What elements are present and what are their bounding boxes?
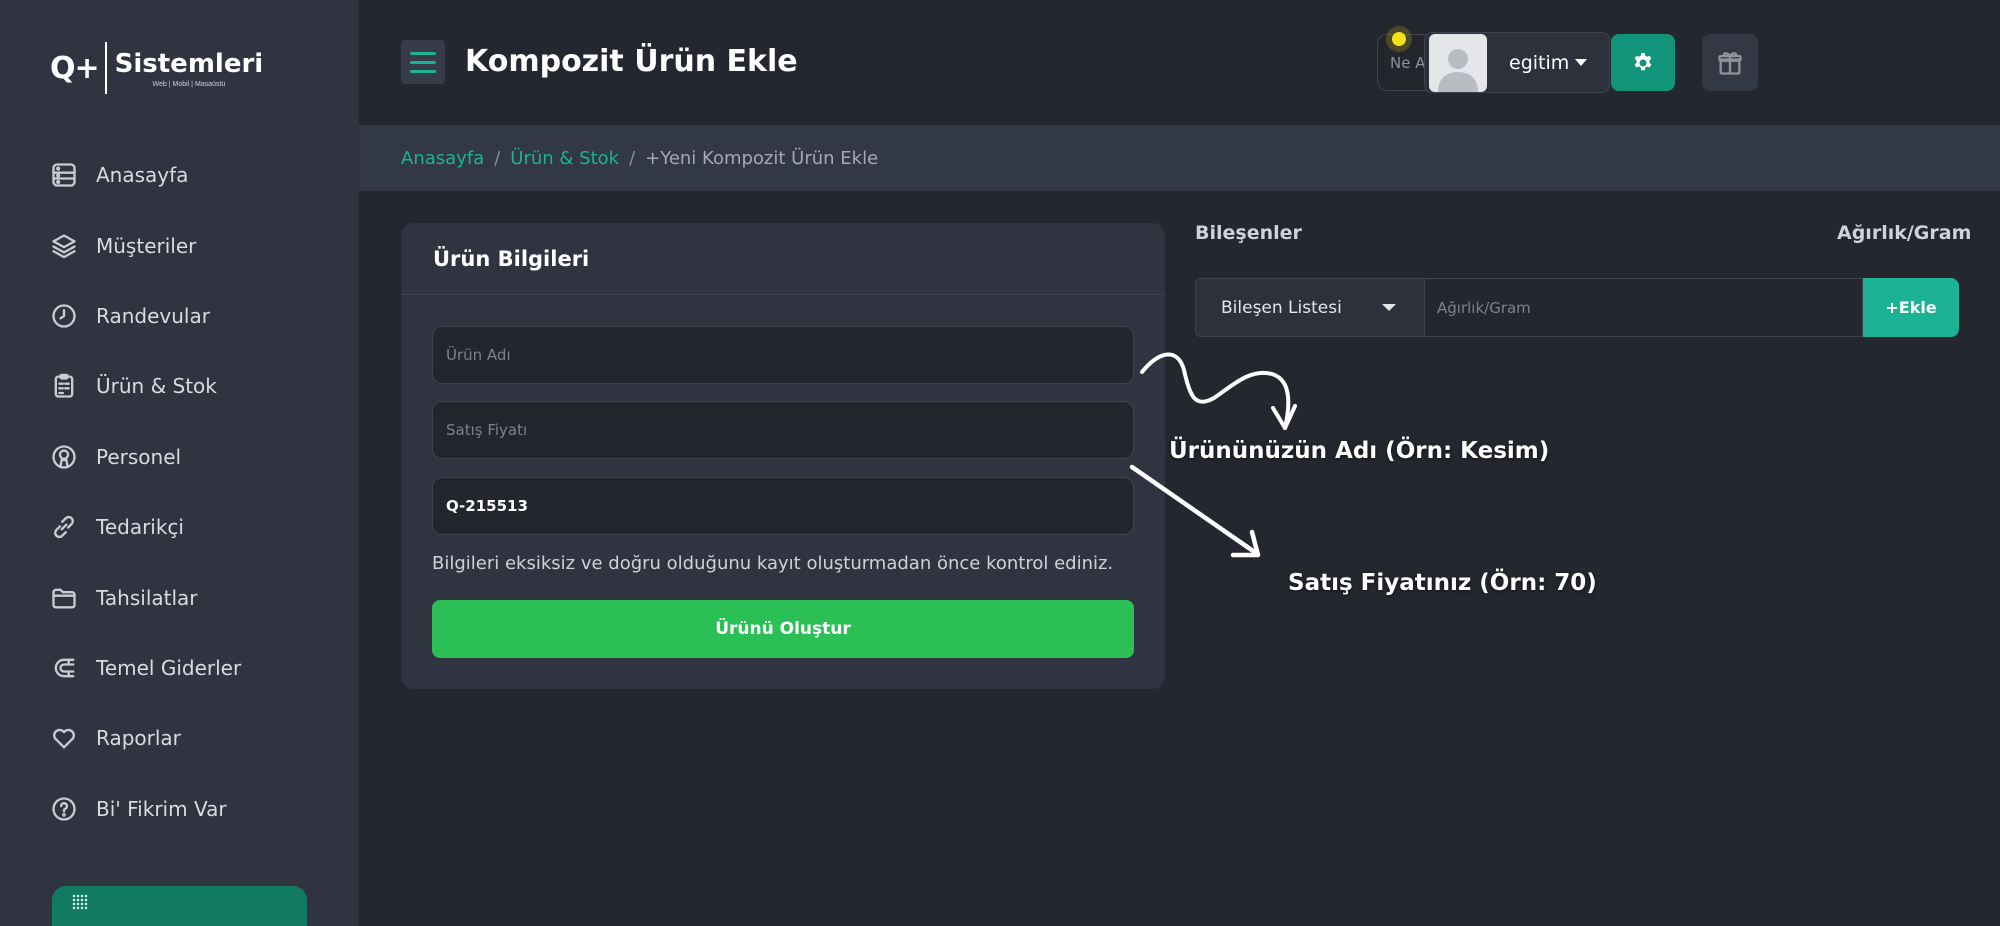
heart-icon <box>48 722 80 754</box>
curly-arrow-head <box>1271 404 1297 430</box>
notification-badge <box>1386 26 1412 52</box>
top-header: Kompozit Ürün Ekle egitim <box>359 0 2000 125</box>
user-menu[interactable]: egitim <box>1424 32 1610 93</box>
sidebar-item-label: Randevular <box>96 303 210 328</box>
avatar-placeholder-icon <box>1438 48 1478 92</box>
annotation-product-name: Ürününüzün Adı (Örn: Kesim) <box>1169 438 1550 464</box>
component-add-row: Bileşen Listesi +Ekle <box>1195 278 1959 337</box>
logo-divider <box>104 42 107 94</box>
sidebar-item-label: Raporlar <box>96 726 181 751</box>
add-component-button[interactable]: +Ekle <box>1863 278 1959 337</box>
sidebar: Q+ Sistemleri Web | Mobil | Masaüstü Ana… <box>0 0 359 926</box>
sidebar-item-label: Personel <box>96 444 182 469</box>
logo-mark: Q+ <box>50 50 100 86</box>
clock-icon <box>48 300 80 332</box>
sidebar-item-anasayfa[interactable]: Anasayfa <box>48 140 328 210</box>
weight-column-title: Ağırlık/Gram <box>1837 222 1972 244</box>
gift-button[interactable] <box>1702 34 1758 91</box>
sidebar-item-randevular[interactable]: Randevular <box>48 281 328 351</box>
form-hint: Bilgileri eksiksiz ve doğru olduğunu kay… <box>432 553 1114 574</box>
sale-price-input[interactable] <box>432 401 1134 459</box>
straight-arrow-head <box>1230 529 1261 558</box>
hamburger-line <box>410 69 436 73</box>
sidebar-item-label: Müşteriler <box>96 233 197 258</box>
sidebar-item-label: Bi' Fikrim Var <box>96 796 227 821</box>
breadcrumb-item-urun-stok[interactable]: Ürün & Stok <box>510 148 619 169</box>
user-name: egitim <box>1509 51 1570 74</box>
dots-pattern-icon <box>72 894 88 910</box>
user-circle-icon <box>48 441 80 473</box>
create-product-button[interactable]: Ürünü Oluştur <box>432 600 1134 658</box>
sidebar-item-tedarikci[interactable]: Tedarikçi <box>48 492 328 562</box>
sidebar-item-label: Tahsilatlar <box>96 585 198 610</box>
sidebar-item-label: Anasayfa <box>96 163 189 188</box>
breadcrumb-separator: / <box>629 147 636 169</box>
dashboard-icon <box>48 159 80 191</box>
breadcrumb-item-anasayfa[interactable]: Anasayfa <box>401 148 484 169</box>
sidebar-item-urun-stok[interactable]: Ürün & Stok <box>48 351 328 421</box>
menu-toggle-button[interactable] <box>401 40 445 84</box>
breadcrumb: Anasayfa / Ürün & Stok / +Yeni Kompozit … <box>359 125 2000 191</box>
sidebar-item-raporlar[interactable]: Raporlar <box>48 703 328 773</box>
logo-subtitle: Web | Mobil | Masaüstü <box>152 80 226 88</box>
settings-button[interactable] <box>1611 34 1675 91</box>
sidebar-item-tahsilatlar[interactable]: Tahsilatlar <box>48 562 328 632</box>
component-list-select[interactable]: Bileşen Listesi <box>1195 278 1425 337</box>
gear-icon <box>1634 52 1652 70</box>
page-title: Kompozit Ürün Ekle <box>465 44 798 79</box>
sidebar-item-label: Tedarikçi <box>96 515 184 540</box>
clipboard-icon <box>48 370 80 402</box>
link-icon <box>48 511 80 543</box>
logo[interactable]: Q+ Sistemleri Web | Mobil | Masaüstü <box>50 40 263 96</box>
chevron-down-icon <box>1575 59 1587 66</box>
gift-icon <box>1718 51 1742 75</box>
sidebar-item-bi-fikrim-var[interactable]: Bi' Fikrim Var <box>48 774 328 844</box>
weight-input[interactable] <box>1425 278 1863 337</box>
logo-name: Sistemleri <box>114 48 264 79</box>
sidebar-item-musteriler[interactable]: Müşteriler <box>48 210 328 280</box>
breadcrumb-separator: / <box>494 147 501 169</box>
help-circle-icon <box>48 793 80 825</box>
notification-dot <box>1392 32 1406 46</box>
sidebar-item-label: Ürün & Stok <box>96 374 217 399</box>
breadcrumb-current: +Yeni Kompozit Ürün Ekle <box>645 147 879 169</box>
sidebar-nav: Anasayfa Müşteriler Randevular Ürün & St… <box>48 140 328 844</box>
sidebar-item-temel-giderler[interactable]: Temel Giderler <box>48 633 328 703</box>
sidebar-item-personel[interactable]: Personel <box>48 422 328 492</box>
card-title: Ürün Bilgileri <box>401 223 1165 295</box>
hamburger-line <box>410 51 436 55</box>
product-code-input[interactable] <box>432 477 1134 535</box>
annotation-sale-price: Satış Fiyatınız (Örn: 70) <box>1288 570 1597 596</box>
sidebar-promo-card[interactable] <box>52 886 307 926</box>
chevron-down-icon <box>1382 304 1396 311</box>
sidebar-item-label: Temel Giderler <box>96 655 242 680</box>
folder-icon <box>48 582 80 614</box>
hamburger-line <box>410 60 436 64</box>
avatar <box>1429 33 1487 92</box>
logo-text: Sistemleri Web | Mobil | Masaüstü <box>115 49 264 88</box>
layers-icon <box>48 230 80 262</box>
magnet-icon <box>48 652 80 684</box>
components-title: Bileşenler <box>1195 222 1302 244</box>
component-select-label: Bileşen Listesi <box>1221 297 1342 318</box>
product-name-input[interactable] <box>432 326 1134 384</box>
product-info-card: Ürün Bilgileri Bilgileri eksiksiz ve doğ… <box>401 223 1165 689</box>
